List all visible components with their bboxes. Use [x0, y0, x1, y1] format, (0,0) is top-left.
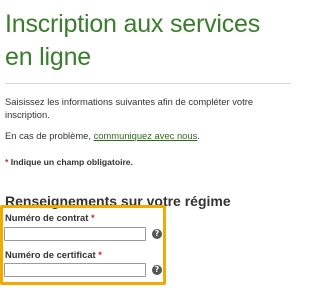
title-divider	[5, 83, 291, 84]
contract-number-input[interactable]	[4, 227, 146, 241]
registration-page: Inscription aux services en ligne Saisis…	[0, 0, 296, 295]
page-title: Inscription aux services en ligne	[5, 10, 261, 71]
contact-us-link[interactable]: communiquez avec nous	[94, 130, 198, 141]
certificate-number-input[interactable]	[4, 263, 146, 277]
certificate-label-text: Numéro de certificat	[5, 249, 96, 260]
contract-required-star: *	[90, 212, 95, 223]
contract-label-text: Numéro de contrat	[5, 212, 89, 223]
help-suffix: .	[197, 130, 200, 141]
certificate-number-label: Numéro de certificat *	[5, 249, 102, 261]
contract-number-label: Numéro de contrat *	[5, 212, 95, 224]
question-circle-icon[interactable]: ?	[152, 229, 162, 239]
intro-text: Saisissez les informations suivantes afi…	[5, 96, 254, 120]
certificate-required-star: *	[98, 249, 102, 260]
required-text: Indique un champ obligatoire.	[8, 157, 133, 167]
help-line: En cas de problème, communiquez avec nou…	[5, 129, 291, 142]
question-circle-icon[interactable]: ?	[152, 265, 162, 275]
help-prefix: En cas de problème,	[5, 130, 94, 141]
required-note: * Indique un champ obligatoire.	[5, 156, 291, 168]
